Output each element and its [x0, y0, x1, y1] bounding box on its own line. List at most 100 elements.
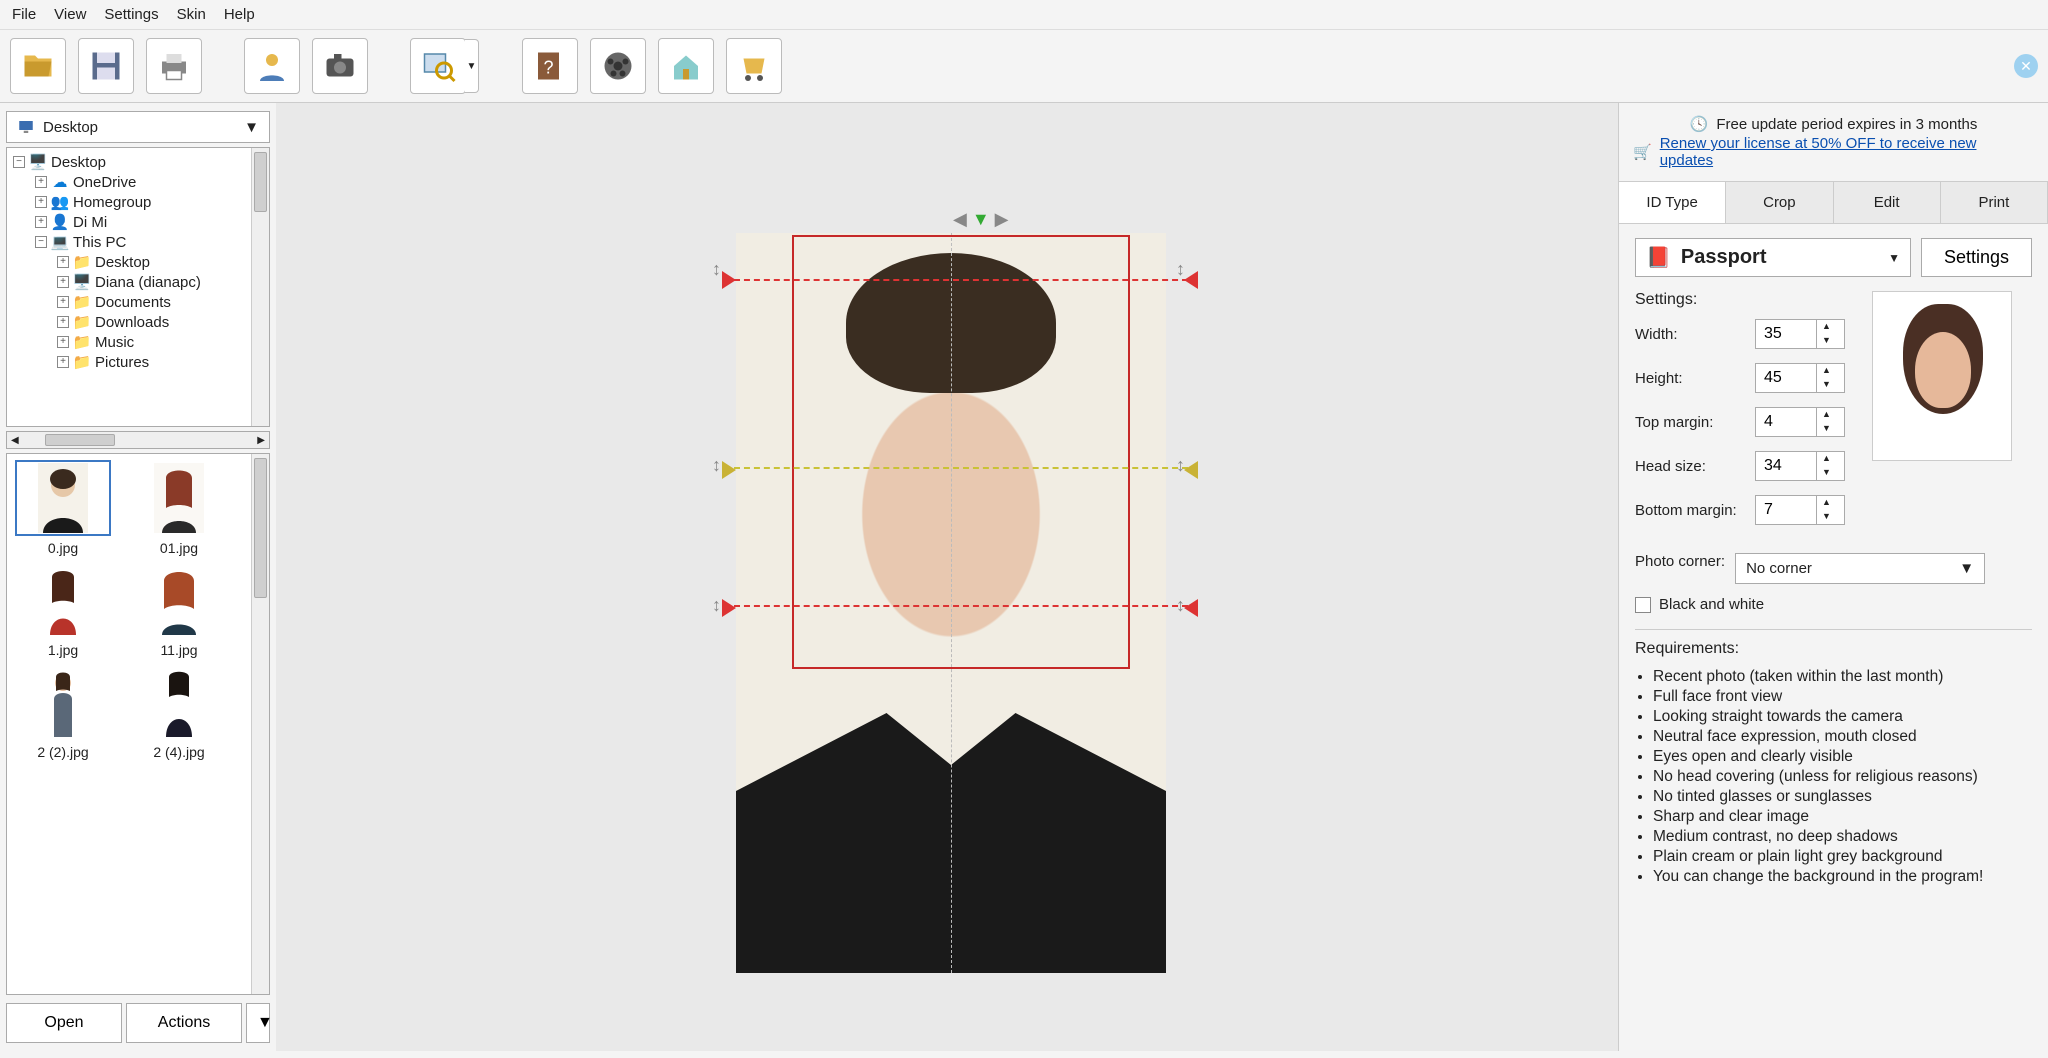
requirements-heading: Requirements:	[1635, 640, 2032, 658]
tab-crop[interactable]: Crop	[1726, 182, 1833, 223]
close-panel-icon[interactable]: ✕	[2014, 54, 2038, 78]
tree-expand-icon[interactable]: +	[57, 316, 69, 328]
height-input[interactable]	[1756, 364, 1816, 392]
tree-onedrive[interactable]: OneDrive	[73, 174, 136, 191]
tree-user[interactable]: Di Mi	[73, 214, 107, 231]
photo-canvas[interactable]: ◀ ▼ ▶ ↕ ↕ ↕ ↕ ↕ ↕	[276, 103, 1618, 1051]
bw-checkbox[interactable]: Black and white	[1635, 596, 2032, 613]
left-handle[interactable]: ↕	[712, 259, 721, 280]
save-button[interactable]	[78, 38, 134, 94]
chin-line-guide[interactable]	[734, 605, 1188, 607]
promo-renew-link[interactable]: Renew your license at 50% OFF to receive…	[1660, 135, 2034, 169]
tree-expand-icon[interactable]: +	[35, 196, 47, 208]
top-handle[interactable]: ◀ ▼ ▶	[953, 209, 1009, 230]
tree-collapse-icon[interactable]: −	[35, 236, 47, 248]
print-button[interactable]	[146, 38, 202, 94]
profile-button[interactable]	[244, 38, 300, 94]
thumbnail-label: 2 (4).jpg	[153, 744, 204, 760]
chevron-down-icon: ▼	[1888, 251, 1900, 265]
crop-frame[interactable]	[792, 235, 1130, 669]
tree-expand-icon[interactable]: +	[57, 296, 69, 308]
passport-icon: 📕	[1646, 245, 1671, 270]
zoom-dropdown-caret[interactable]: ▼	[465, 39, 479, 93]
scrollbar-thumb[interactable]	[254, 458, 267, 598]
tree-homegroup[interactable]: Homegroup	[73, 194, 151, 211]
right-red-marker-icon[interactable]	[1184, 271, 1198, 289]
tree-expand-icon[interactable]: +	[35, 176, 47, 188]
folder-tree[interactable]: −🖥️Desktop +☁OneDrive +👥Homegroup +👤Di M…	[6, 147, 270, 427]
id-type-dropdown[interactable]: 📕 Passport ▼	[1635, 238, 1911, 277]
width-stepper[interactable]: ▲▼	[1755, 319, 1845, 349]
bottom-margin-stepper[interactable]: ▲▼	[1755, 495, 1845, 525]
tree-pc-pictures[interactable]: Pictures	[95, 354, 149, 371]
thumbnail-item[interactable]: 0.jpg	[13, 460, 113, 556]
open-button[interactable]: Open	[6, 1003, 122, 1043]
tree-expand-icon[interactable]: +	[57, 336, 69, 348]
thumbnail-item[interactable]: 01.jpg	[129, 460, 229, 556]
right-yellow-marker-icon[interactable]	[1184, 461, 1198, 479]
thumbnail-label: 2 (2).jpg	[37, 744, 88, 760]
thumbnail-item[interactable]: 2 (4).jpg	[129, 664, 229, 760]
right-red-marker-icon[interactable]	[1184, 599, 1198, 617]
video-button[interactable]	[590, 38, 646, 94]
thumbnail-item[interactable]: 11.jpg	[129, 562, 229, 658]
tree-root[interactable]: Desktop	[51, 154, 106, 171]
tree-expand-icon[interactable]: +	[57, 256, 69, 268]
left-red-marker-icon[interactable]	[722, 599, 736, 617]
settings-button[interactable]: Settings	[1921, 238, 2032, 277]
head-size-stepper[interactable]: ▲▼	[1755, 451, 1845, 481]
left-handle[interactable]: ↕	[712, 455, 721, 476]
tab-print[interactable]: Print	[1941, 182, 2048, 223]
scrollbar-thumb[interactable]	[45, 434, 115, 446]
requirement-item: Looking straight towards the camera	[1653, 708, 2032, 726]
home-button[interactable]	[658, 38, 714, 94]
menu-settings[interactable]: Settings	[104, 6, 158, 23]
left-yellow-marker-icon[interactable]	[722, 461, 736, 479]
left-handle[interactable]: ↕	[712, 595, 721, 616]
scrollbar-thumb[interactable]	[254, 152, 267, 212]
menu-skin[interactable]: Skin	[177, 6, 206, 23]
photo-corner-label: Photo corner:	[1635, 553, 1725, 570]
top-margin-guide[interactable]	[734, 279, 1188, 281]
left-red-marker-icon[interactable]	[722, 271, 736, 289]
camera-button[interactable]	[312, 38, 368, 94]
cloud-icon: ☁	[51, 173, 69, 191]
top-margin-input[interactable]	[1756, 408, 1816, 436]
menu-help[interactable]: Help	[224, 6, 255, 23]
width-input[interactable]	[1756, 320, 1816, 348]
bottom-margin-input[interactable]	[1756, 496, 1816, 524]
eye-line-guide[interactable]	[734, 467, 1188, 469]
cart-button[interactable]	[726, 38, 782, 94]
tree-expand-icon[interactable]: +	[57, 276, 69, 288]
menu-view[interactable]: View	[54, 6, 86, 23]
photo-corner-dropdown[interactable]: No corner▼	[1735, 553, 1985, 584]
tab-id-type[interactable]: ID Type	[1619, 182, 1726, 223]
thumbnail-item[interactable]: 1.jpg	[13, 562, 113, 658]
head-size-input[interactable]	[1756, 452, 1816, 480]
open-file-button[interactable]	[10, 38, 66, 94]
tree-vscrollbar[interactable]	[251, 148, 269, 426]
tree-expand-icon[interactable]: +	[35, 216, 47, 228]
tree-thispc[interactable]: This PC	[73, 234, 126, 251]
thumbnail-item[interactable]: 2 (2).jpg	[13, 664, 113, 760]
requirement-item: You can change the background in the pro…	[1653, 868, 2032, 886]
bw-label: Black and white	[1659, 596, 1764, 613]
tree-pc-documents[interactable]: Documents	[95, 294, 171, 311]
tree-pc-diana[interactable]: Diana (dianapc)	[95, 274, 201, 291]
tree-collapse-icon[interactable]: −	[13, 156, 25, 168]
tree-hscrollbar[interactable]: ◀▶	[6, 431, 270, 449]
tab-edit[interactable]: Edit	[1834, 182, 1941, 223]
height-stepper[interactable]: ▲▼	[1755, 363, 1845, 393]
menu-file[interactable]: File	[12, 6, 36, 23]
tree-pc-downloads[interactable]: Downloads	[95, 314, 169, 331]
top-margin-stepper[interactable]: ▲▼	[1755, 407, 1845, 437]
actions-dropdown-caret[interactable]: ▼	[246, 1003, 270, 1043]
tree-pc-desktop[interactable]: Desktop	[95, 254, 150, 271]
help-button[interactable]: ?	[522, 38, 578, 94]
zoom-button[interactable]: ▼	[410, 38, 466, 94]
tree-expand-icon[interactable]: +	[57, 356, 69, 368]
location-dropdown[interactable]: Desktop ▼	[6, 111, 270, 143]
actions-button[interactable]: Actions	[126, 1003, 242, 1043]
thumbs-vscrollbar[interactable]	[251, 454, 269, 994]
tree-pc-music[interactable]: Music	[95, 334, 134, 351]
